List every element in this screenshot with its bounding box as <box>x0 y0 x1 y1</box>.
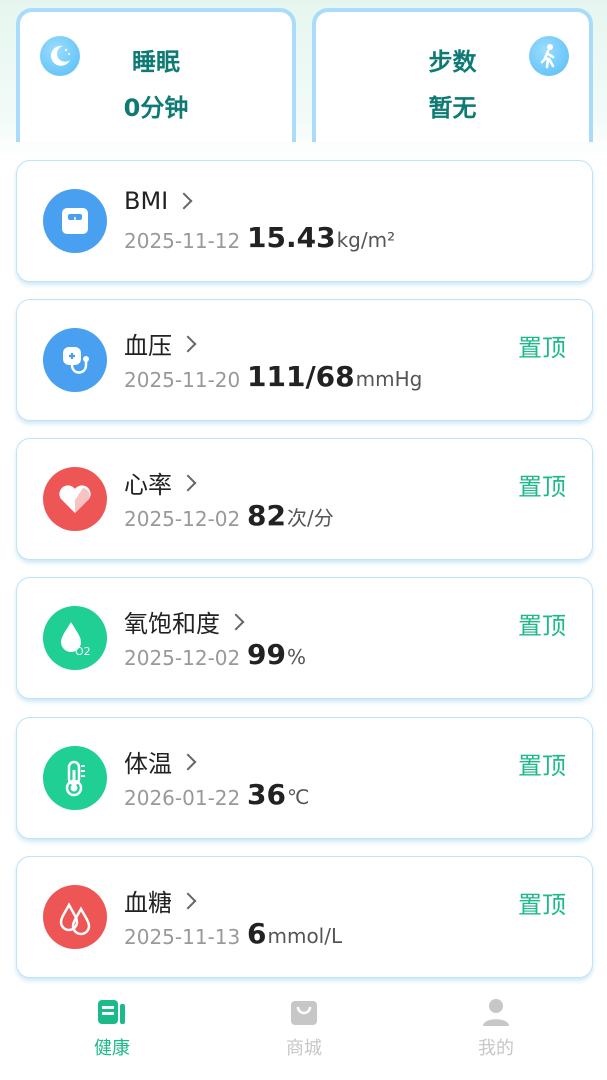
summary-row: 睡眠 0分钟 步数 暂无 <box>0 0 607 142</box>
steps-value: 暂无 <box>428 94 477 122</box>
blood-drops-icon <box>43 885 107 949</box>
oxygen-saturation-card[interactable]: O2 氧饱和度 2025-12-02 99% 置顶 <box>16 577 593 699</box>
metric-unit: 次/分 <box>286 506 334 530</box>
metric-date: 2025-12-02 <box>124 507 241 531</box>
metric-name: BMI <box>124 187 193 215</box>
chevron-right-icon <box>175 192 193 210</box>
sleep-card[interactable]: 睡眠 0分钟 <box>16 8 296 142</box>
pin-to-top-button[interactable]: 置顶 <box>518 467 566 502</box>
tab-label: 我的 <box>478 1038 514 1059</box>
body-temperature-card[interactable]: 体温 2026-01-22 36 ℃ 置顶 <box>16 717 593 839</box>
svg-text:O2: O2 <box>75 645 91 658</box>
metric-unit: mmHg <box>355 367 423 391</box>
tab-label: 健康 <box>94 1038 130 1059</box>
metric-value: 15.43 kg/m² <box>247 221 396 254</box>
user-icon <box>480 996 512 1028</box>
chevron-right-icon <box>179 474 197 491</box>
metric-value: 111/68 mmHg <box>247 360 423 393</box>
tab-label: 商城 <box>286 1038 322 1059</box>
steps-card[interactable]: 步数 暂无 <box>312 8 593 142</box>
blood-pressure-icon <box>43 328 107 392</box>
pin-to-top-button[interactable]: 置顶 <box>518 746 566 781</box>
pin-to-top-button[interactable]: 置顶 <box>518 885 566 920</box>
metric-value: 99% <box>247 638 306 671</box>
blood-pressure-card[interactable]: 血压 2025-11-20 111/68 mmHg 置顶 <box>16 299 593 421</box>
metric-unit: kg/m² <box>336 228 396 252</box>
metric-unit: ℃ <box>286 785 310 809</box>
shopping-bag-icon <box>288 996 320 1028</box>
tab-health[interactable]: 健康 <box>52 996 172 1060</box>
metric-date: 2025-12-02 <box>124 646 241 670</box>
blood-sugar-card[interactable]: 血糖 2025-11-13 6 mmol/L 置顶 <box>16 856 593 978</box>
metric-unit: % <box>286 645 306 669</box>
tab-mine[interactable]: 我的 <box>436 996 556 1060</box>
scale-icon <box>43 189 107 253</box>
metric-name: 体温 <box>124 744 197 779</box>
metric-unit: mmol/L <box>267 924 343 948</box>
sleep-value: 0分钟 <box>123 94 189 122</box>
health-report-icon <box>96 996 128 1028</box>
pin-to-top-button[interactable]: 置顶 <box>518 328 566 363</box>
sleep-title: 睡眠 <box>132 48 180 76</box>
metric-value: 6 mmol/L <box>247 917 343 950</box>
health-page: 睡眠 0分钟 步数 暂无 BMI 2025-11-12 15.43kg/m² <box>0 0 607 1080</box>
oxygen-drop-icon: O2 <box>43 606 107 670</box>
metric-name: 血糖 <box>124 883 197 918</box>
walking-icon <box>529 36 569 76</box>
chevron-right-icon <box>179 335 197 352</box>
metric-name: 氧饱和度 <box>124 604 245 639</box>
tab-mall[interactable]: 商城 <box>244 996 364 1060</box>
chevron-right-icon <box>227 613 245 630</box>
metric-value: 36 ℃ <box>247 778 310 811</box>
chevron-right-icon <box>179 753 197 770</box>
metric-date: 2026-01-22 <box>124 786 241 810</box>
chevron-right-icon <box>179 892 197 909</box>
metric-date: 2025-11-12 <box>124 229 241 253</box>
metric-name: 血压 <box>124 326 197 361</box>
thermometer-icon <box>43 746 107 810</box>
metric-name: 心率 <box>124 465 197 500</box>
pin-to-top-button[interactable]: 置顶 <box>518 606 566 641</box>
heart-icon <box>43 467 107 531</box>
heart-rate-card[interactable]: 心率 2025-12-02 82 次/分 置顶 <box>16 438 593 560</box>
bottom-tab-bar: 健康 商城 我的 <box>0 990 607 1080</box>
metric-date: 2025-11-20 <box>124 368 241 392</box>
bmi-card[interactable]: BMI 2025-11-12 15.43 kg/m² <box>16 160 593 282</box>
metric-value: 82 次/分 <box>247 499 334 532</box>
metric-date: 2025-11-13 <box>124 925 241 949</box>
